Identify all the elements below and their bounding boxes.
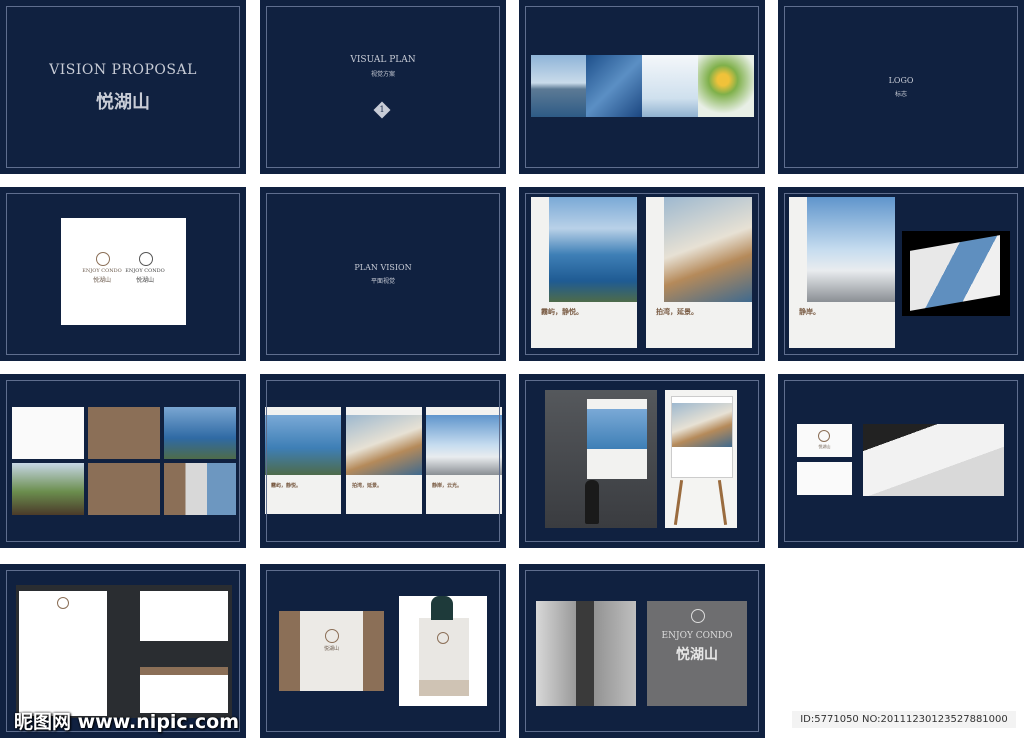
easel-leg — [717, 480, 728, 525]
slide-logo: LOGO 标志 — [778, 0, 1024, 174]
slide-title: VISION PROPOSAL — [49, 62, 197, 78]
yacht-deck-photo — [346, 415, 422, 475]
yellow-flower-photo — [698, 55, 754, 117]
brochure-brown-page — [88, 463, 160, 515]
directional-sign-photo — [536, 601, 636, 706]
logo-card: ENJOY CONDO 悦湖山 ENJOY CONDO 悦湖山 — [61, 218, 186, 325]
open-brochure — [910, 235, 1000, 311]
watermark-site: 昵图网 www.nipic.com — [14, 711, 240, 733]
slide-poster-brochure: 静岸。 — [778, 187, 1024, 361]
poster-headline: 静岸。 — [799, 307, 820, 316]
poster-headline: 霧屿，静悦。 — [271, 483, 302, 489]
brochure-cover — [12, 407, 84, 459]
slide-brochure-spreads — [0, 374, 246, 548]
sign-pylon — [576, 601, 594, 706]
logo-en: ENJOY CONDO — [125, 268, 165, 274]
logo-cn: 悦湖山 — [135, 277, 154, 284]
business-card-front: 悦湖山 — [797, 424, 852, 457]
logo-mark-icon — [57, 597, 69, 609]
person-silhouette — [585, 480, 599, 524]
box-brand: 悦湖山 — [323, 646, 339, 652]
logo-mark-icon — [139, 252, 153, 266]
slide-logo-display: ENJOY CONDO 悦湖山 ENJOY CONDO 悦湖山 — [0, 187, 246, 361]
lake-island-photo — [549, 197, 637, 302]
slide-mood-images — [519, 0, 765, 174]
slide-subtitle: 标志 — [894, 91, 907, 98]
badge-number: 1 — [379, 105, 385, 114]
hand-silhouette — [431, 596, 453, 620]
poster-headline: 静岸，云光。 — [432, 483, 463, 489]
business-card-back — [797, 462, 852, 495]
brochure-mockup — [902, 231, 1010, 316]
shopping-bag-photo — [399, 596, 487, 706]
poster-headline: 拍湾，延景。 — [352, 483, 383, 489]
brochure-villa-spread — [12, 463, 84, 515]
wall-display-photo — [545, 390, 657, 528]
slide-vision-proposal: VISION PROPOSAL 悦湖山 — [0, 0, 246, 174]
water-surface-photo — [586, 55, 642, 117]
shopping-bag — [419, 618, 469, 696]
watermark-id: ID:5771050 NO:20111230123527881000 — [792, 711, 1016, 728]
wall-poster — [587, 399, 647, 479]
slide-title: LOGO — [888, 76, 914, 85]
slide-packaging: 悦湖山 — [260, 564, 506, 738]
terrace-umbrella-photo — [807, 197, 895, 302]
stone-wall-sign-photo: ENJOY CONDO 悦湖山 — [647, 601, 747, 706]
poster: 霧屿，静悦。 — [265, 407, 341, 514]
card-brand: 悦湖山 — [818, 444, 831, 449]
slide-signage: ENJOY CONDO 悦湖山 — [519, 564, 765, 738]
letterhead — [19, 591, 107, 716]
easel-leg — [673, 480, 684, 525]
lake-photo — [587, 409, 647, 449]
lake-mountain-photo — [531, 55, 586, 117]
easel-display-photo — [665, 390, 737, 528]
slide-subtitle: 视觉方案 — [370, 71, 395, 78]
gift-box: 悦湖山 — [279, 611, 384, 691]
logo-mark-icon — [325, 629, 339, 643]
stationery-backdrop — [16, 585, 232, 718]
slide-poster-display — [519, 374, 765, 548]
poster-headline: 霧屿，静悦。 — [541, 307, 583, 316]
wall-logo-en: ENJOY CONDO — [661, 631, 733, 641]
yacht-deck-photo — [664, 197, 752, 302]
slide-visual-plan: VISUAL PLAN 视觉方案 1 — [260, 0, 506, 174]
poster: 静岸，云光。 — [426, 407, 502, 514]
brochure-brown-page — [88, 407, 160, 459]
brochure-lake-spread — [164, 407, 236, 459]
poster: 静岸。 — [789, 197, 895, 348]
slide-business-cards: 悦湖山 — [778, 374, 1024, 548]
slide-poster-series: 霧屿，静悦。 拍湾，延景。 静岸，云光。 — [260, 374, 506, 548]
slide-posters: 霧屿，静悦。 拍湾，延景。 — [519, 187, 765, 361]
logo-mark-icon — [818, 430, 830, 442]
logo-mark-icon — [691, 609, 705, 623]
logo-mark-icon — [96, 252, 110, 266]
poster: 霧屿，静悦。 — [531, 197, 637, 348]
lake-island-photo — [265, 415, 341, 475]
logo-mark-icon — [437, 632, 449, 644]
poster: 拍湾，延景。 — [646, 197, 752, 348]
poster-headline: 拍湾，延景。 — [656, 307, 698, 316]
poster: 拍湾，延景。 — [346, 407, 422, 514]
logo-cn: 悦湖山 — [92, 277, 111, 284]
logo-en: ENJOY CONDO — [82, 268, 122, 274]
water-splash-photo — [642, 55, 698, 117]
terrace-umbrella-photo — [426, 415, 502, 475]
slide-subtitle: 悦湖山 — [96, 92, 150, 113]
slide-title: PLAN VISION — [354, 263, 412, 272]
wall-logo-cn: 悦湖山 — [676, 647, 718, 663]
easel-poster — [671, 396, 733, 478]
envelope-front — [140, 591, 228, 641]
slide-plan-vision: PLAN VISION 平面视觉 — [260, 187, 506, 361]
slide-title: VISUAL PLAN — [350, 55, 416, 65]
card-mockup-photo — [863, 424, 1004, 496]
yacht-photo — [672, 403, 732, 447]
brochure-yacht-spread — [164, 463, 236, 515]
slide-subtitle: 平面视觉 — [370, 278, 395, 285]
